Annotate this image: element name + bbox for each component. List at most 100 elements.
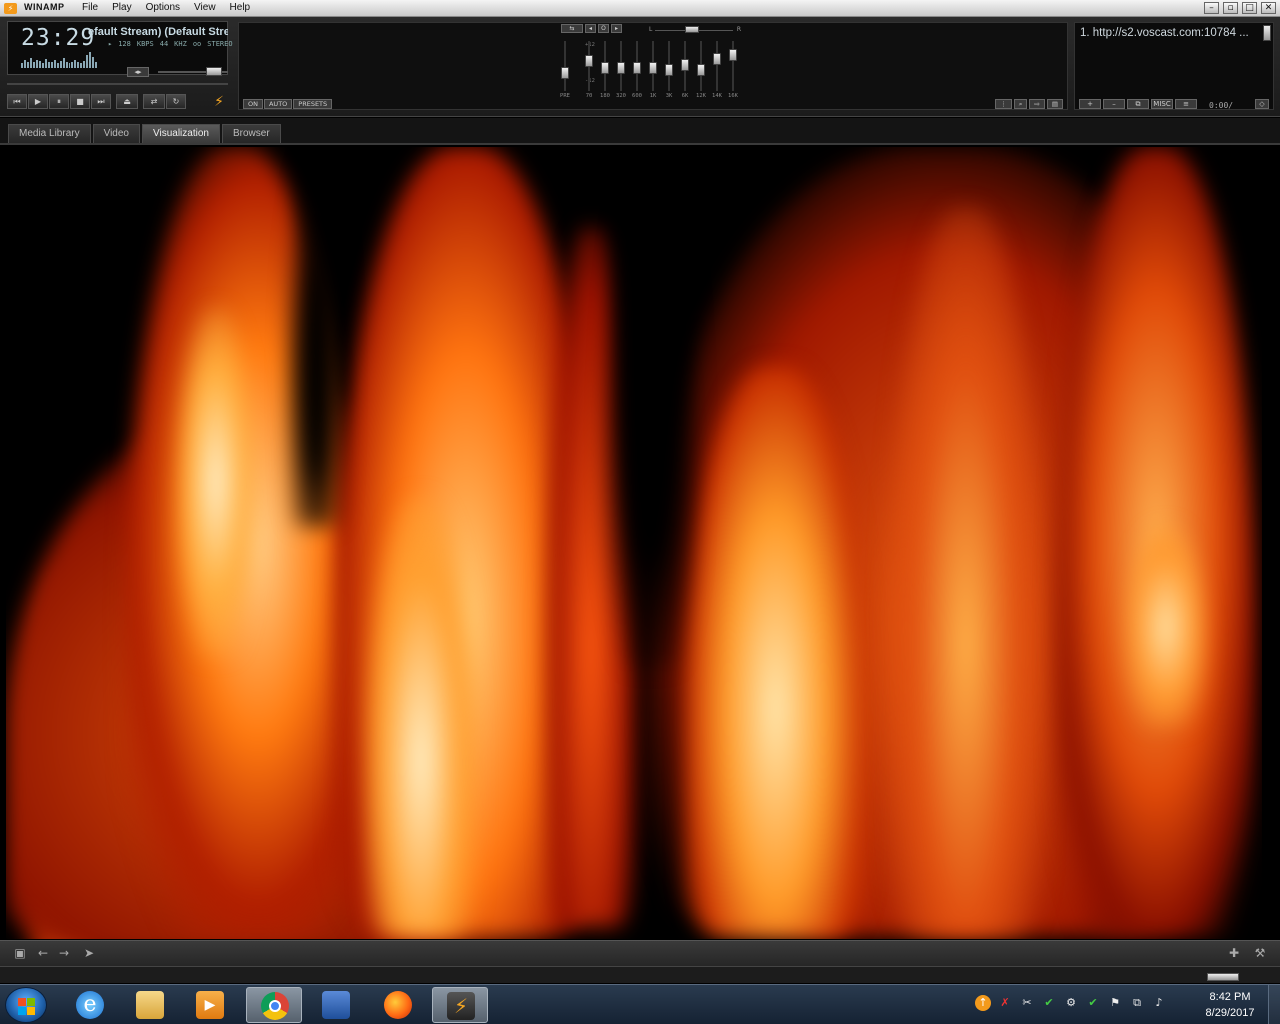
spectrum-analyzer[interactable] (21, 52, 98, 68)
flag-icon[interactable]: ⚑ (1107, 995, 1123, 1011)
tab-browser[interactable]: Browser (221, 124, 281, 143)
minimize-button[interactable]: – (1204, 2, 1219, 14)
eq-band-slider[interactable]: 1K (647, 37, 659, 99)
security-icon[interactable]: ✔ (1041, 995, 1057, 1011)
eq-band-slider[interactable]: 6K (679, 37, 691, 99)
clock-time: 8:42 PM (1209, 991, 1251, 1003)
eq-prev-icon[interactable]: ◂ (585, 24, 596, 33)
menu-options[interactable]: Options (144, 2, 182, 13)
eq-band-slider[interactable]: 16K (727, 37, 739, 99)
eq-band-slider[interactable]: 600 (631, 37, 643, 99)
eq-band-slider[interactable]: 3K (663, 37, 675, 99)
eq-band-knob[interactable] (649, 62, 657, 74)
winamp-bolt-icon[interactable]: ⚡ (210, 94, 228, 110)
eq-band-slider[interactable]: 180 (599, 37, 611, 99)
eq-band-slider[interactable]: 14K (711, 37, 723, 99)
tab-video[interactable]: Video (92, 124, 140, 143)
tab-media-library[interactable]: Media Library (8, 124, 91, 143)
playlist-remove-button[interactable]: – (1103, 99, 1125, 109)
shuffle-button[interactable]: ⇄ (143, 94, 165, 109)
spectrum-bar (83, 61, 86, 68)
previous-preset-icon[interactable]: ← (35, 946, 51, 960)
spectrum-bar (68, 63, 71, 68)
taskbar-item-firefox[interactable] (370, 987, 426, 1023)
menu-file[interactable]: File (80, 2, 100, 13)
settings-wrench-icon[interactable]: ⚒ (1252, 946, 1268, 960)
eq-band-knob[interactable] (681, 59, 689, 71)
eq-auto-icon[interactable]: ⇆ (561, 24, 583, 33)
playlist-add-button[interactable]: + (1079, 99, 1101, 109)
playlist-item[interactable]: 1. http://s2.voscast.com:10784 ... (1080, 27, 1260, 39)
next-button[interactable]: ⏭ (91, 94, 111, 109)
eq-menu-icon[interactable]: ⋮ (995, 99, 1012, 109)
playlist-list-button[interactable]: ≡ (1175, 99, 1197, 109)
eq-send-icon[interactable]: ⇨ (1029, 99, 1045, 109)
eject-button[interactable]: ⏏ (116, 94, 138, 109)
random-preset-icon[interactable]: ➤ (81, 946, 97, 960)
fullscreen-icon[interactable]: ▣ (12, 946, 28, 960)
menu-view[interactable]: View (192, 2, 218, 13)
eq-search-icon[interactable]: ⌕ (1013, 99, 1028, 109)
taskbar-item-media-player[interactable]: ▶ (182, 987, 238, 1023)
eq-band-knob[interactable] (585, 55, 593, 67)
song-title-ticker[interactable]: efault Stream) (Default Stream) (88, 26, 228, 38)
eq-band-knob[interactable] (561, 67, 569, 79)
taskbar-item-file-explorer[interactable] (122, 987, 178, 1023)
eq-band-knob[interactable] (601, 62, 609, 74)
eq-band-knob[interactable] (633, 62, 641, 74)
eq-presets-button[interactable]: PRESETS (293, 99, 333, 109)
visualization-canvas[interactable] (6, 147, 1262, 939)
eq-band-knob[interactable] (697, 64, 705, 76)
playlist-misc-button[interactable]: MISC (1151, 99, 1173, 109)
check-icon[interactable]: ✔ (1085, 995, 1101, 1011)
close-button[interactable]: ✕ (1261, 2, 1276, 14)
pause-button[interactable]: ⏸ (49, 94, 69, 109)
taskbar-item-chrome[interactable] (246, 987, 302, 1023)
eq-reset-icon[interactable]: O (598, 24, 609, 33)
eq-band-slider[interactable]: 320 (615, 37, 627, 99)
eq-next-icon[interactable]: ▸ (611, 24, 622, 33)
acrobat-icon[interactable]: ✗ (997, 995, 1013, 1011)
playlist-scroll-icon[interactable]: ◇ (1255, 99, 1269, 109)
elapsed-time[interactable]: 23:29 (21, 25, 95, 51)
taskbar-item-internet-explorer[interactable]: e (62, 987, 118, 1023)
eq-auto-button[interactable]: AUTO (263, 99, 293, 109)
resize-grip[interactable] (1207, 973, 1239, 981)
eq-band-knob[interactable] (713, 53, 721, 65)
start-button[interactable] (5, 987, 47, 1023)
eq-band-slider[interactable]: 12K (695, 37, 707, 99)
menu-help[interactable]: Help (228, 2, 253, 13)
network-settings-icon[interactable]: ⚙ (1063, 995, 1079, 1011)
eq-band-slider[interactable]: PRE (559, 37, 571, 99)
menu-play[interactable]: Play (110, 2, 133, 13)
shade-button[interactable]: ▫ (1223, 2, 1238, 14)
plugin-icon[interactable]: ✚ (1226, 946, 1242, 960)
taskbar-clock[interactable]: 8:42 PM 8/29/2017 (1196, 989, 1264, 1021)
tab-visualization[interactable]: Visualization (142, 124, 220, 143)
play-button[interactable]: ▶ (28, 94, 48, 109)
balance-knob[interactable] (685, 26, 699, 33)
show-desktop-button[interactable] (1268, 985, 1280, 1024)
volume-knob[interactable] (206, 67, 222, 76)
eq-band-slider[interactable]: 70 (583, 37, 595, 99)
mono-toggle-button[interactable]: ◂▸ (127, 67, 149, 77)
playlist-select-button[interactable]: ⧉ (1127, 99, 1149, 109)
eq-band-knob[interactable] (617, 62, 625, 74)
repeat-button[interactable]: ↻ (166, 94, 186, 109)
taskbar-item-network-app[interactable] (308, 987, 364, 1023)
seek-bar[interactable] (7, 83, 228, 85)
stop-button[interactable]: ■ (70, 94, 90, 109)
eq-band-knob[interactable] (665, 64, 673, 76)
eq-on-button[interactable]: ON (243, 99, 263, 109)
snipping-icon[interactable]: ✂ (1019, 995, 1035, 1011)
next-preset-icon[interactable]: → (56, 946, 72, 960)
taskbar-item-winamp[interactable]: ⚡ (432, 987, 488, 1023)
volume-icon[interactable]: ♪ (1151, 995, 1167, 1011)
eq-list-icon[interactable]: ▤ (1046, 99, 1063, 109)
eq-band-knob[interactable] (729, 49, 737, 61)
maximize-button[interactable]: □ (1242, 2, 1257, 14)
network-icon[interactable]: ⧉ (1129, 995, 1145, 1011)
update-icon[interactable]: ↑ (975, 995, 991, 1011)
playlist-scrollbar[interactable] (1263, 25, 1271, 41)
previous-button[interactable]: ⏮ (7, 94, 27, 109)
